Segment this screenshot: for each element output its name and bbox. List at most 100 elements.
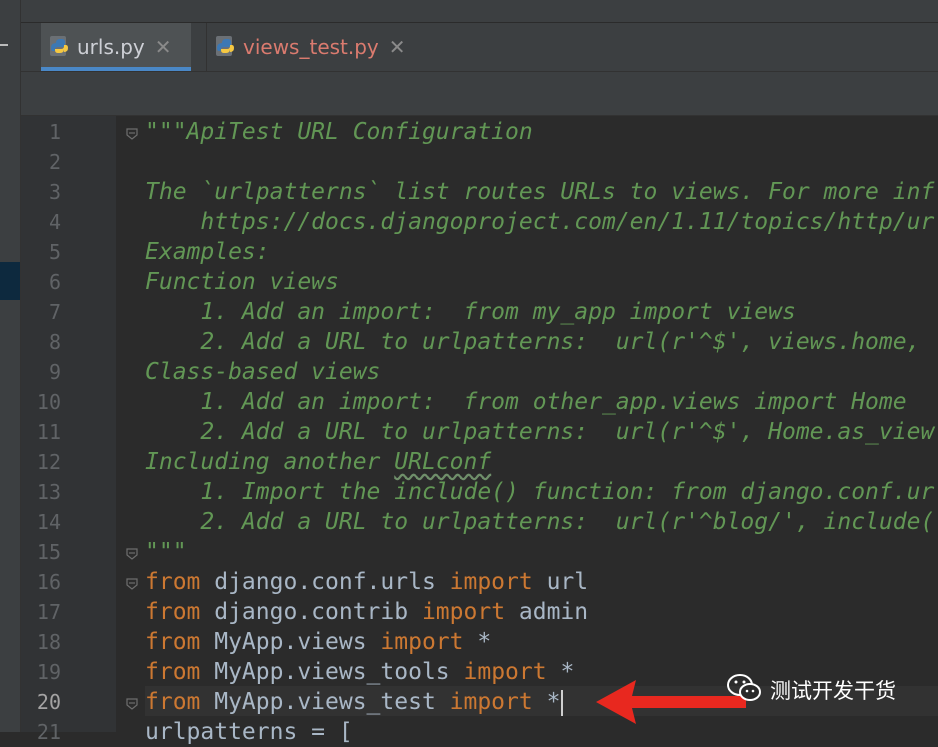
line-number: 10 (36, 390, 61, 414)
import-statement-line: from MyApp.views_tools import * (145, 657, 574, 687)
identifier-token: MyApp.views_tools (200, 659, 464, 685)
docstring-text: The `urlpatterns` list routes URLs to vi… (145, 179, 935, 205)
import-statement-line: from django.conf.urls import url (145, 567, 588, 597)
docstring-line: Including another URLconf (145, 447, 491, 477)
docstring-line: 2. Add a URL to urlpatterns: url(r'^$', … (145, 417, 934, 447)
spellcheck-word: URLconf (394, 449, 492, 475)
wechat-icon (726, 672, 762, 708)
identifier-token: * (463, 629, 492, 655)
active-tab-indicator (41, 67, 191, 71)
fold-marker-icon[interactable] (126, 575, 138, 590)
docstring-line: """ApiTest URL Configuration (145, 117, 533, 147)
line-number: 15 (36, 540, 61, 564)
docstring-text: 2. Add a URL to urlpatterns: url(r'^$', … (145, 419, 935, 445)
docstring-line: 1. Import the include() function: from d… (145, 477, 934, 507)
text-caret (561, 689, 564, 716)
keyword-token: from (145, 569, 201, 595)
line-number: 19 (36, 660, 61, 684)
docstring-line: 1. Add an import: from my_app import vie… (145, 297, 796, 327)
line-number: 17 (36, 600, 61, 624)
fold-marker-icon[interactable] (126, 545, 138, 560)
project-tool-strip (0, 0, 21, 732)
docstring-line: Class-based views (145, 357, 380, 387)
docstring-text: Function views (145, 269, 339, 295)
docstring-text: Class-based views (145, 359, 381, 385)
docstring-text: 1. Add an import: from other_app.views i… (145, 389, 907, 415)
urlpatterns-line: urlpatterns = [ (145, 719, 353, 745)
editor-tab-bar: urls.py ✕ views_test.py ✕ (21, 23, 938, 72)
keyword-token: from (145, 599, 201, 625)
keyword-token: import (421, 599, 506, 625)
identifier-token: django.conf.urls (200, 569, 450, 595)
docstring-text: Examples: (145, 239, 270, 265)
line-number: 13 (36, 480, 61, 504)
line-number: 4 (48, 210, 61, 234)
code-editor[interactable]: 1 2 3 4 5 6 7 8 9 10 11 12 13 14 15 16 17 18 19 20 21 """Api… (21, 116, 938, 745)
tab-urls-py[interactable]: urls.py ✕ (41, 23, 191, 71)
line-number: 3 (48, 180, 61, 204)
identifier-token: * (546, 659, 575, 685)
identifier-token: admin (505, 599, 589, 625)
tab-label: urls.py (77, 35, 145, 59)
docstring-line: The `urlpatterns` list routes URLs to vi… (145, 177, 934, 207)
docstring-text: 2. Add a URL to urlpatterns: url(r'^$', … (145, 329, 921, 355)
import-statement-line: from MyApp.views_test import * (145, 687, 564, 717)
python-file-icon (47, 34, 73, 60)
import-statement-line: from django.contrib import admin (145, 597, 588, 627)
docstring-text: 1. Import the include() function: from d… (145, 479, 935, 505)
line-number: 16 (36, 570, 61, 594)
docstring-text: 1. Add an import: from my_app import vie… (145, 299, 796, 325)
keyword-token: import (463, 659, 547, 685)
line-number: 9 (48, 360, 61, 384)
line-number: 2 (48, 150, 61, 174)
line-number: 7 (48, 300, 61, 324)
docstring-text: """ApiTest URL Configuration (145, 119, 533, 145)
breadcrumb-bar (21, 72, 938, 116)
line-number: 14 (36, 510, 61, 534)
docstring-line: """ (145, 537, 187, 567)
docstring-text: https://docs.djangoproject.com/en/1.11/t… (145, 209, 935, 235)
watermark-text: 测试开发干货 (770, 679, 896, 703)
line-number: 18 (36, 630, 61, 654)
import-statement-line: from MyApp.views import * (145, 627, 491, 657)
line-number: 5 (48, 240, 61, 264)
line-number: 1 (48, 120, 61, 144)
tab-label: views_test.py (243, 35, 379, 59)
watermark: 测试开发干货 (726, 672, 896, 708)
keyword-token: import (449, 689, 533, 715)
identifier-token: MyApp.views (200, 629, 381, 655)
tool-strip-selection (0, 262, 20, 300)
docstring-line: 1. Add an import: from other_app.views i… (145, 387, 907, 417)
tab-views-test-py[interactable]: views_test.py ✕ (206, 23, 421, 71)
fold-marker-icon[interactable] (126, 125, 138, 140)
docstring-line: Function views (145, 267, 339, 297)
line-number: 12 (36, 450, 61, 474)
docstring-line: 2. Add a URL to urlpatterns: url(r'^$', … (145, 327, 920, 357)
keyword-token: from (145, 659, 201, 685)
fold-marker-icon[interactable] (126, 695, 138, 710)
line-number: 11 (36, 420, 61, 444)
docstring-text: Including another (145, 449, 395, 475)
identifier-token: django.contrib (200, 599, 422, 625)
python-file-icon (213, 34, 239, 60)
docstring-line: 2. Add a URL to urlpatterns: url(r'^blog… (145, 507, 934, 537)
collapse-icon[interactable] (0, 44, 8, 46)
docstring-line: Examples: (145, 237, 270, 267)
identifier-token: MyApp.views_test (200, 689, 450, 715)
keyword-token: import (449, 569, 533, 595)
docstring-text: 2. Add a URL to urlpatterns: url(r'^blog… (145, 509, 935, 535)
line-number: 21 (36, 720, 61, 744)
keyword-token: from (145, 629, 201, 655)
close-icon[interactable]: ✕ (389, 35, 406, 59)
docstring-text: """ (145, 539, 187, 565)
identifier-token: * (532, 689, 561, 715)
line-number-gutter: 1 2 3 4 5 6 7 8 9 10 11 12 13 14 15 16 17 18 19 20 21 (21, 116, 116, 744)
close-icon[interactable]: ✕ (155, 35, 172, 59)
identifier-token: url (532, 569, 589, 595)
keyword-token: from (145, 689, 201, 715)
keyword-token: import (380, 629, 464, 655)
line-number: 20 (36, 690, 61, 714)
line-number: 6 (48, 270, 61, 294)
line-number: 8 (48, 330, 61, 354)
docstring-line: https://docs.djangoproject.com/en/1.11/t… (145, 207, 934, 237)
